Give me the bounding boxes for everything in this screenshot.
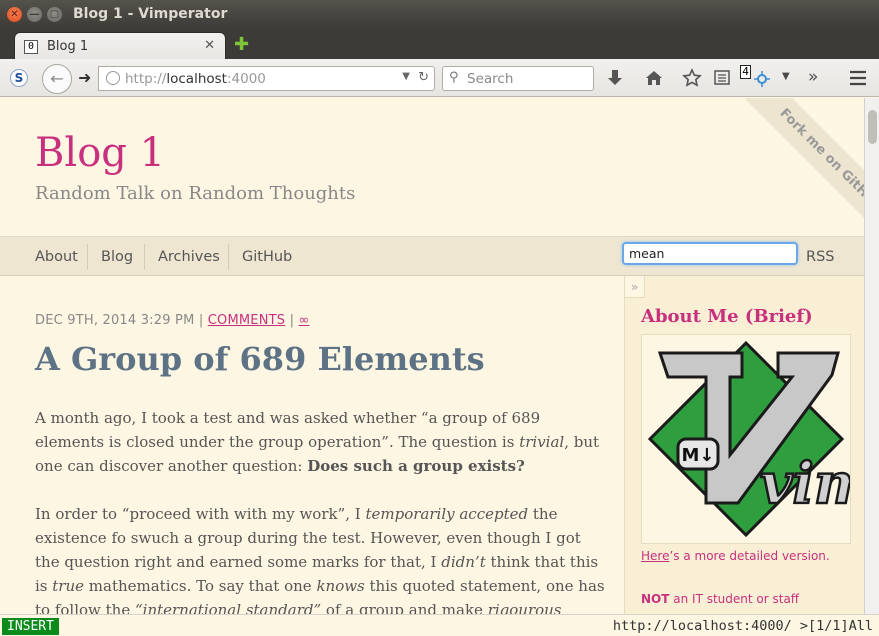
detailed-about-link[interactable]: Here’s a more detailed version.	[641, 549, 830, 563]
nav-link-archives[interactable]: Archives	[158, 249, 220, 265]
overflow-icon[interactable]: »	[808, 67, 818, 87]
github-ribbon-label[interactable]: Fork me on GitHub	[740, 98, 864, 248]
comments-link[interactable]: COMMENTS	[208, 313, 285, 328]
site-nav: About Blog Archives GitHub mean RSS	[0, 236, 864, 276]
rss-link[interactable]: RSS	[806, 249, 834, 265]
sidebar-note: NOT an IT student or staff	[641, 592, 800, 606]
new-tab-icon[interactable]: ✚	[234, 34, 249, 55]
nav-link-about[interactable]: About	[35, 249, 78, 265]
permalink-link[interactable]: ∞	[299, 313, 310, 328]
tab-close-icon[interactable]: ✕	[204, 38, 215, 53]
navigation-toolbar: S ← ➜ http://localhost:4000 ▼ ↻ ⚲ Search…	[0, 59, 879, 97]
tab-blog-1[interactable]: 0 Blog 1 ✕	[14, 32, 226, 60]
site-title[interactable]: Blog 1	[35, 130, 165, 176]
url-text: http://localhost:4000	[125, 71, 266, 87]
sidebar: » About Me (Brief) M↓ vim Here’s a more …	[624, 276, 864, 614]
post-paragraph-2: In order to “proceed with with my work”,…	[35, 505, 605, 614]
meta-separator: |	[289, 313, 295, 328]
window-minimize-button[interactable]: —	[27, 7, 42, 22]
post-title[interactable]: A Group of 689 Elements	[35, 340, 485, 378]
reading-list-icon[interactable]	[714, 70, 732, 86]
window-title: Blog 1 - Vimperator	[73, 6, 228, 22]
nav-link-blog[interactable]: Blog	[101, 249, 133, 265]
tab-label: Blog 1	[47, 39, 89, 54]
menu-icon[interactable]	[849, 70, 867, 86]
url-dropdown-icon[interactable]: ▼	[402, 71, 410, 82]
mode-indicator: INSERT	[2, 618, 59, 635]
vim-logo-text: vim	[760, 451, 850, 517]
bookmark-star-icon[interactable]	[682, 68, 702, 88]
vim-logo-image: M↓ vim	[647, 340, 864, 538]
site-header: Blog 1 Random Talk on Random Thoughts Fo…	[0, 98, 864, 248]
page-viewport: Blog 1 Random Talk on Random Thoughts Fo…	[0, 98, 864, 614]
download-icon[interactable]	[606, 69, 624, 87]
window-titlebar: ✕ — ▢ Blog 1 - Vimperator	[0, 0, 879, 29]
tab-favicon-icon: 0	[24, 40, 38, 54]
reload-icon[interactable]: ↻	[418, 70, 429, 85]
site-search-value: mean	[629, 246, 665, 261]
vim-logo-frame: M↓ vim	[641, 334, 864, 544]
search-input[interactable]: ⚲ Search	[442, 66, 594, 91]
back-button[interactable]: ←	[42, 64, 72, 94]
vimperator-statusline: INSERT http://localhost:4000/ >[1/1]All	[0, 614, 879, 636]
page-scrollbar[interactable]	[864, 98, 879, 614]
site-subtitle: Random Talk on Random Thoughts	[35, 183, 356, 204]
vim-badge-text: M↓	[682, 445, 715, 466]
post-paragraph-1: A month ago, I took a test and was asked…	[35, 409, 600, 475]
nav-divider	[144, 244, 145, 270]
scrollbar-thumb[interactable]	[868, 110, 877, 144]
globe-icon	[106, 71, 120, 85]
badge-count: 4	[740, 65, 751, 79]
post-article: DEC 9TH, 2014 3:29 PM | COMMENTS | ∞ A G…	[0, 276, 624, 614]
github-ribbon[interactable]: Fork me on GitHub	[730, 98, 864, 248]
url-bar[interactable]: http://localhost:4000 ▼ ↻	[98, 66, 435, 91]
site-search-input[interactable]: mean	[622, 242, 798, 265]
addon-dropdown-icon[interactable]: ▼	[782, 71, 790, 82]
window-maximize-button[interactable]: ▢	[47, 7, 62, 22]
nav-divider	[87, 244, 88, 270]
post-meta: DEC 9TH, 2014 3:29 PM | COMMENTS | ∞	[35, 313, 310, 328]
forward-icon[interactable]: ➜	[78, 68, 91, 87]
addon-icon[interactable]	[753, 70, 771, 88]
window-close-button[interactable]: ✕	[7, 7, 22, 22]
home-icon[interactable]	[645, 69, 663, 87]
search-placeholder: Search	[467, 71, 514, 87]
status-url: http://localhost:4000/ >[1/1]All	[612, 618, 873, 634]
nav-divider	[228, 244, 229, 270]
sidebar-collapse-icon[interactable]: »	[625, 276, 645, 298]
nav-link-github[interactable]: GitHub	[242, 249, 292, 265]
meta-separator: |	[198, 313, 204, 328]
tab-bar: 0 Blog 1 ✕	[0, 29, 879, 60]
post-date: DEC 9TH, 2014 3:29 PM	[35, 313, 195, 328]
s-addon-icon[interactable]: S	[10, 69, 28, 87]
sidebar-title: About Me (Brief)	[641, 306, 813, 327]
search-icon: ⚲	[449, 70, 459, 85]
